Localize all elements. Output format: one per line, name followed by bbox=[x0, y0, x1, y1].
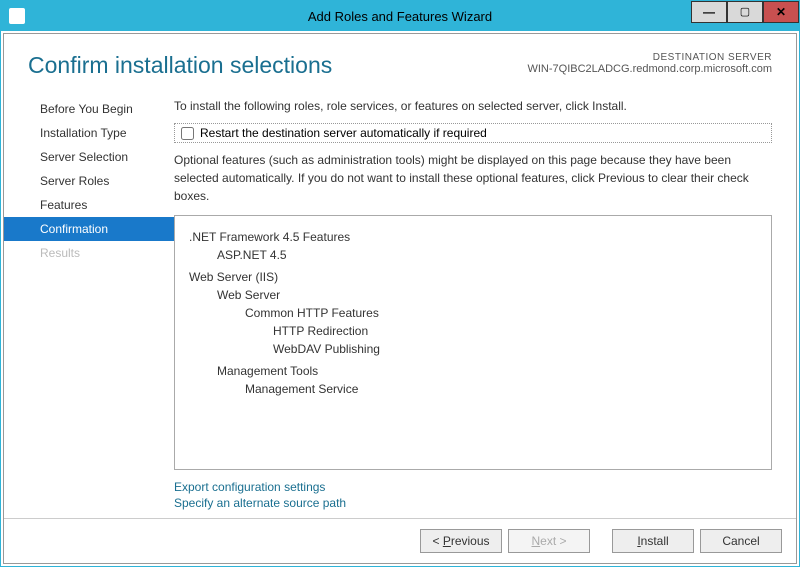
window-title: Add Roles and Features Wizard bbox=[1, 9, 799, 24]
feature-item: Management Service bbox=[245, 382, 757, 396]
wizard-footer: < Previous Next > Install Cancel bbox=[4, 518, 796, 563]
feature-item: Common HTTP Features bbox=[245, 306, 757, 320]
feature-item: ASP.NET 4.5 bbox=[217, 248, 757, 262]
wizard-window: Add Roles and Features Wizard Confirm in… bbox=[0, 0, 800, 567]
nav-item-before-you-begin[interactable]: Before You Begin bbox=[4, 97, 174, 121]
nav-item-installation-type[interactable]: Installation Type bbox=[4, 121, 174, 145]
button-spacer bbox=[596, 529, 606, 553]
instruction-text: To install the following roles, role ser… bbox=[174, 99, 772, 113]
features-list: .NET Framework 4.5 Features ASP.NET 4.5 We… bbox=[174, 215, 772, 470]
nav-item-results: Results bbox=[4, 241, 174, 265]
install-button[interactable]: Install bbox=[612, 529, 694, 553]
alternate-source-link[interactable]: Specify an alternate source path bbox=[174, 496, 772, 510]
feature-item: Web Server (IIS) bbox=[189, 270, 757, 284]
optional-features-text: Optional features (such as administratio… bbox=[174, 151, 772, 205]
wizard-body: Before You BeginInstallation TypeServer … bbox=[4, 89, 796, 518]
previous-button[interactable]: < Previous bbox=[420, 529, 502, 553]
restart-checkbox-label: Restart the destination server automatic… bbox=[200, 126, 487, 140]
feature-item: Web Server bbox=[217, 288, 757, 302]
nav-item-server-selection[interactable]: Server Selection bbox=[4, 145, 174, 169]
nav-item-server-roles[interactable]: Server Roles bbox=[4, 169, 174, 193]
feature-item: WebDAV Publishing bbox=[273, 342, 757, 356]
wizard-inner: Confirm installation selections DESTINAT… bbox=[3, 33, 797, 564]
next-button[interactable]: Next > bbox=[508, 529, 590, 553]
nav-item-features[interactable]: Features bbox=[4, 193, 174, 217]
destination-info: DESTINATION SERVER WIN-7QIBC2LADCG.redmo… bbox=[527, 52, 772, 75]
nav-item-confirmation[interactable]: Confirmation bbox=[4, 217, 174, 241]
wizard-header: Confirm installation selections DESTINAT… bbox=[4, 34, 796, 89]
destination-server: WIN-7QIBC2LADCG.redmond.corp.microsoft.c… bbox=[527, 63, 772, 75]
export-config-link[interactable]: Export configuration settings bbox=[174, 480, 772, 494]
feature-item: Management Tools bbox=[217, 364, 757, 378]
cancel-button[interactable]: Cancel bbox=[700, 529, 782, 553]
wizard-main: To install the following roles, role ser… bbox=[174, 89, 796, 518]
links-section: Export configuration settings Specify an… bbox=[174, 470, 772, 518]
titlebar: Add Roles and Features Wizard bbox=[1, 1, 799, 31]
wizard-nav: Before You BeginInstallation TypeServer … bbox=[4, 89, 174, 518]
restart-checkbox[interactable] bbox=[181, 127, 194, 140]
feature-item: .NET Framework 4.5 Features bbox=[189, 230, 757, 244]
restart-checkbox-row[interactable]: Restart the destination server automatic… bbox=[174, 123, 772, 143]
destination-label: DESTINATION SERVER bbox=[527, 52, 772, 63]
page-title: Confirm installation selections bbox=[28, 52, 332, 79]
feature-item: HTTP Redirection bbox=[273, 324, 757, 338]
